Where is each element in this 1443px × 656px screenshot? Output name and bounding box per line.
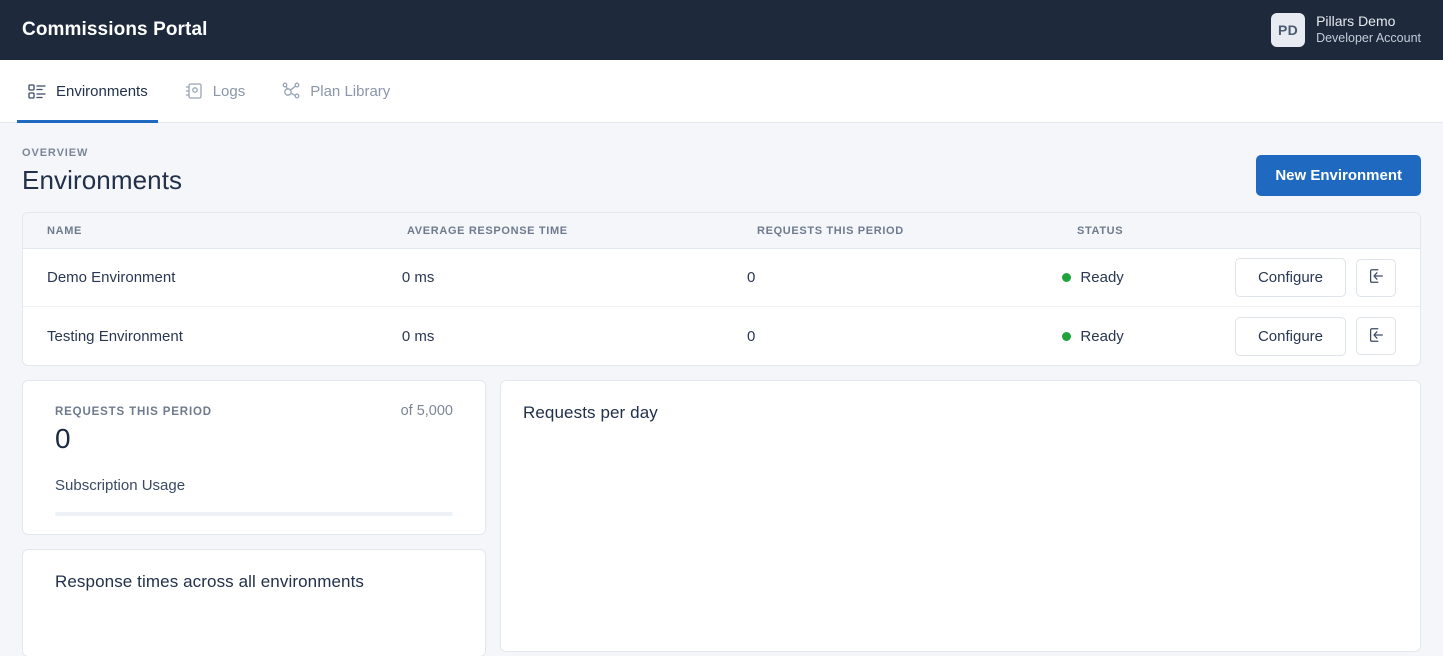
node-graph-icon: [281, 81, 301, 101]
tab-plan-library-label: Plan Library: [310, 82, 391, 100]
requests-per-day-card: Requests per day: [500, 380, 1421, 652]
main-nav-tabs: Environments Logs Plan Library: [0, 60, 1443, 123]
requests-per-day-title: Requests per day: [523, 403, 658, 422]
column-header-avg-response-time: AVERAGE RESPONSE TIME: [407, 224, 568, 237]
new-environment-button[interactable]: New Environment: [1256, 155, 1421, 196]
tab-logs[interactable]: Logs: [179, 60, 251, 122]
column-header-name: NAME: [47, 224, 82, 237]
usage-progress-bar: [55, 512, 453, 516]
subscription-usage-card: REQUESTS THIS PERIOD of 5,000 0 Subscrip…: [22, 380, 486, 535]
page-title: Environments: [22, 165, 183, 195]
account-role: Developer Account: [1316, 30, 1421, 45]
row-actions: Configure: [1234, 258, 1396, 297]
table-row: Demo Environment 0 ms 0 Ready Configure: [23, 249, 1420, 307]
sign-in-arrow-icon: [1367, 267, 1385, 288]
left-column: REQUESTS THIS PERIOD of 5,000 0 Subscrip…: [22, 380, 486, 656]
page-header: OVERVIEW Environments New Environment: [22, 123, 1421, 212]
tab-logs-label: Logs: [212, 82, 246, 100]
breadcrumb: OVERVIEW: [22, 147, 89, 159]
sign-in-arrow-icon: [1367, 326, 1385, 347]
column-header-requests: REQUESTS THIS PERIOD: [757, 224, 904, 237]
row-actions: Configure: [1234, 316, 1396, 356]
environment-requests: 0: [746, 269, 756, 286]
usage-card-label: REQUESTS THIS PERIOD: [55, 406, 212, 418]
status-dot-icon: [1062, 331, 1072, 341]
avatar: PD: [1271, 13, 1306, 47]
account-menu[interactable]: PD Pillars Demo Developer Account: [1271, 13, 1421, 47]
list-detail-icon: [27, 81, 47, 101]
app-header: Commissions Portal PD Pillars Demo Devel…: [0, 0, 1443, 60]
environments-table: NAME AVERAGE RESPONSE TIME REQUESTS THIS…: [22, 212, 1421, 366]
tab-plan-library[interactable]: Plan Library: [276, 60, 395, 122]
environment-avg-response-time: 0 ms: [401, 327, 435, 345]
page-content: OVERVIEW Environments New Environment NA…: [0, 123, 1443, 656]
environment-name: Demo Environment: [47, 269, 176, 286]
table-header-row: NAME AVERAGE RESPONSE TIME REQUESTS THIS…: [23, 213, 1420, 249]
response-times-title: Response times across all environments: [55, 572, 364, 591]
table-row: Testing Environment 0 ms 0 Ready Configu…: [23, 307, 1420, 365]
configure-button[interactable]: Configure: [1234, 316, 1346, 356]
tab-environments-label: Environments: [56, 82, 148, 100]
column-header-status: STATUS: [1077, 224, 1124, 237]
app-title: Commissions Portal: [22, 19, 208, 40]
status-label: Ready: [1080, 327, 1124, 345]
environment-avg-response-time: 0 ms: [401, 269, 435, 286]
usage-value: 0: [55, 423, 71, 454]
status-label: Ready: [1080, 269, 1124, 286]
open-environment-button[interactable]: [1356, 258, 1396, 297]
tab-environments[interactable]: Environments: [17, 60, 158, 123]
usage-subtitle: Subscription Usage: [55, 477, 186, 494]
status-badge: Ready: [1062, 269, 1235, 286]
open-environment-button[interactable]: [1356, 317, 1396, 355]
usage-limit: of 5,000: [400, 403, 453, 419]
environment-name: Testing Environment: [47, 327, 183, 345]
response-times-card: Response times across all environments: [22, 549, 486, 656]
configure-button[interactable]: Configure: [1234, 258, 1346, 297]
environment-requests: 0: [746, 327, 756, 345]
requests-per-day-chart-area: [523, 423, 1398, 623]
status-badge: Ready: [1062, 328, 1235, 345]
dashboard-panels: REQUESTS THIS PERIOD of 5,000 0 Subscrip…: [22, 380, 1421, 656]
status-dot-icon: [1062, 273, 1072, 282]
contact-book-icon: [184, 81, 204, 101]
account-name: Pillars Demo: [1316, 13, 1396, 30]
